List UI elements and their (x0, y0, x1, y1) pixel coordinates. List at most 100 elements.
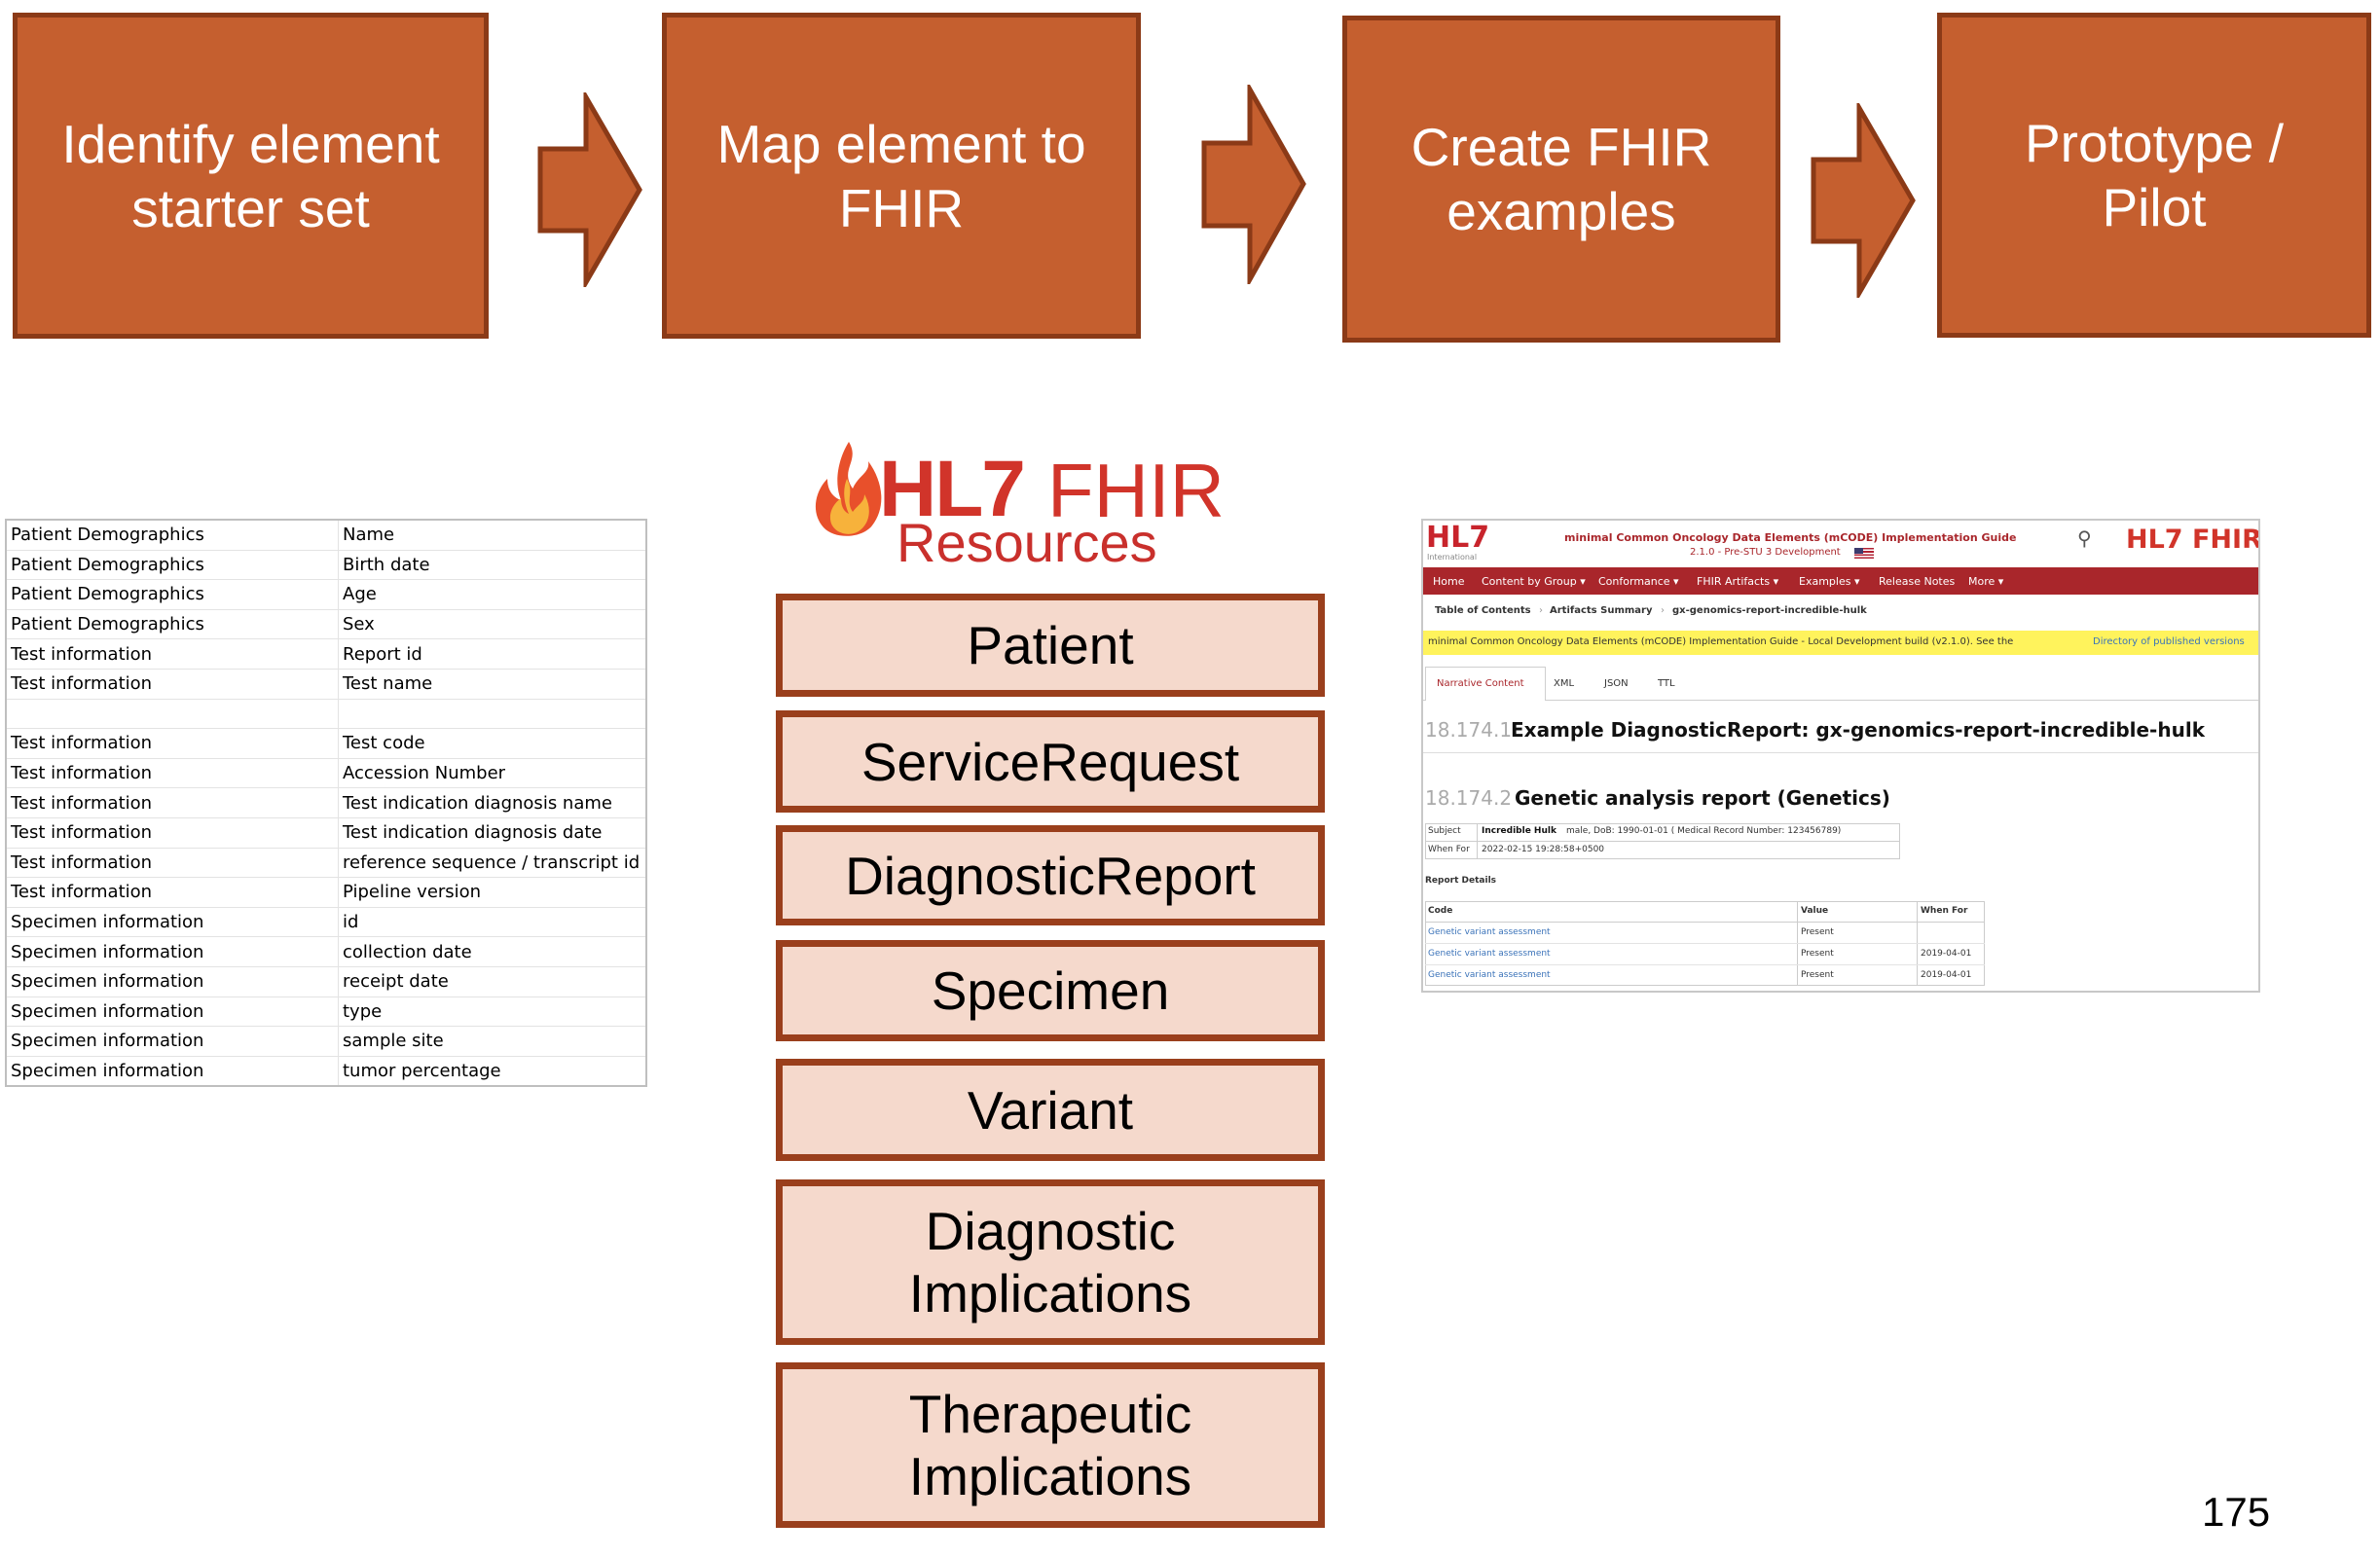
table-row: Test information Test name (6, 669, 647, 700)
step-label: Create FHIR examples (1410, 117, 1712, 241)
table-cell-category: Test information (6, 848, 339, 879)
tab-ttl[interactable]: TTL (1658, 678, 1675, 689)
results-row-when-for: 2019-04-01 (1921, 970, 1972, 980)
table-cell-element: Test indication diagnosis date (338, 817, 647, 849)
subject-label: Subject (1428, 826, 1461, 836)
table-cell-category: Specimen information (6, 966, 339, 997)
nav-conformance[interactable]: Conformance ▾ (1598, 575, 1679, 588)
table-cell-category: Patient Demographics (6, 550, 339, 581)
ig-logo-right: HL7 FHIR (2126, 525, 2260, 555)
table-cell-category: Specimen information (6, 1056, 339, 1087)
table-row: Patient Demographics Birth date (6, 550, 647, 581)
breadcrumb-current: gx-genomics-report-incredible-hulk (1672, 605, 1867, 616)
table-cell-category: Test information (6, 638, 339, 670)
flow-arrow-icon (1811, 103, 1916, 298)
resource-diagnostic-implications: Diagnostic Implications (776, 1179, 1325, 1345)
flow-arrow-icon (537, 92, 642, 287)
table-row: Specimen information id (6, 907, 647, 938)
heading2-text: Genetic analysis report (Genetics) (1515, 786, 1890, 810)
ig-title: minimal Common Oncology Data Elements (m… (1564, 531, 2017, 544)
results-row-value: Present (1801, 927, 1834, 937)
resources-logo-text: Resources (897, 512, 1157, 573)
resource-therapeutic-implications: Therapeutic Implications (776, 1362, 1325, 1528)
nav-home[interactable]: Home (1433, 575, 1464, 588)
subject-name: Incredible Hulk (1482, 826, 1556, 836)
resource-servicerequest: ServiceRequest (776, 710, 1325, 813)
heading1-number: 18.174.1 (1425, 718, 1513, 742)
resource-variant: Variant (776, 1059, 1325, 1161)
flow-arrow-icon (1201, 85, 1306, 284)
table-cell-element: Report id (338, 638, 647, 670)
ig-notice-link[interactable]: Directory of published versions (2093, 636, 2245, 647)
table-row: Test information Test code (6, 728, 647, 759)
nav-fhir-artifacts[interactable]: FHIR Artifacts ▾ (1697, 575, 1778, 588)
resource-specimen: Specimen (776, 940, 1325, 1041)
table-cell-element: Test name (338, 669, 647, 700)
table-cell-category: Test information (6, 817, 339, 849)
table-row: Test information Test indication diagnosi… (6, 817, 647, 849)
results-row-code[interactable]: Genetic variant assessment (1428, 927, 1551, 937)
breadcrumb-sep: › (1661, 605, 1665, 616)
us-flag-canton (1854, 548, 1863, 554)
table-row (6, 699, 647, 730)
table-cell-category (6, 699, 339, 730)
table-cell-element: Test indication diagnosis name (338, 787, 647, 818)
breadcrumb-artifacts[interactable]: Artifacts Summary (1550, 605, 1652, 616)
subject-details: male, DoB: 1990-01-01 ( Medical Record N… (1566, 826, 1842, 836)
tab-json[interactable]: JSON (1604, 678, 1629, 689)
results-row-value: Present (1801, 970, 1834, 980)
breadcrumb-sep: › (1539, 605, 1543, 616)
table-cell-element: Test code (338, 728, 647, 759)
tab-narrative-content[interactable]: Narrative Content (1437, 678, 1524, 689)
results-row-divider (1425, 964, 1985, 965)
whenfor-value: 2022-02-15 19:28:58+0500 (1482, 845, 1605, 854)
resource-label: Specimen (931, 960, 1170, 1021)
table-cell-category: Specimen information (6, 996, 339, 1028)
step-label: Identify element starter set (61, 113, 440, 238)
tab-xml[interactable]: XML (1554, 678, 1574, 689)
table-row: Test information Accession Number (6, 758, 647, 789)
search-icon[interactable]: ⚲ (2077, 526, 2092, 550)
nav-more[interactable]: More ▾ (1968, 575, 2003, 588)
table-row: Specimen information type (6, 996, 647, 1028)
resource-label: Patient (967, 615, 1134, 675)
ig-version: 2.1.0 - Pre-STU 3 Development (1690, 547, 1841, 558)
resource-label: DiagnosticReport (845, 845, 1256, 906)
step-map-element-to-fhir: Map element to FHIR (662, 13, 1141, 339)
nav-examples[interactable]: Examples ▾ (1799, 575, 1859, 588)
table-row: Patient Demographics Name (6, 520, 647, 551)
table-cell-element (338, 699, 647, 730)
ig-page-screenshot: HL7 International minimal Common Oncolog… (1421, 519, 2260, 993)
table-cell-element: sample site (338, 1026, 647, 1057)
step-create-fhir-examples: Create FHIR examples (1342, 16, 1780, 343)
table-cell-element: reference sequence / transcript id (338, 848, 647, 879)
table-row: Specimen information receipt date (6, 966, 647, 997)
table-row: Test information Report id (6, 638, 647, 670)
table-row: Patient Demographics Sex (6, 609, 647, 640)
resource-diagnosticreport: DiagnosticReport (776, 825, 1325, 925)
resource-label: ServiceRequest (860, 731, 1240, 792)
table-row: Test information Pipeline version (6, 877, 647, 908)
nav-content-by-group[interactable]: Content by Group ▾ (1482, 575, 1586, 588)
table-cell-element: Pipeline version (338, 877, 647, 908)
ig-notice-text: minimal Common Oncology Data Elements (m… (1428, 636, 2014, 647)
nav-release-notes[interactable]: Release Notes (1879, 575, 1955, 588)
resource-label: Variant (967, 1079, 1134, 1141)
ig-brand: HL7 (1426, 521, 1490, 555)
table-cell-element: id (338, 907, 647, 938)
results-row-divider (1425, 943, 1985, 944)
table-cell-element: type (338, 996, 647, 1028)
results-row-when-for: 2019-04-01 (1921, 949, 1972, 959)
step-prototype-pilot: Prototype / Pilot (1937, 13, 2371, 338)
table-cell-category: Test information (6, 787, 339, 818)
step-label: Map element to FHIR (716, 113, 1086, 238)
resource-label: Therapeutic Implications (908, 1384, 1192, 1506)
page-number: 175 (2202, 1489, 2271, 1535)
results-row-code[interactable]: Genetic variant assessment (1428, 949, 1551, 959)
report-details-label: Report Details (1425, 876, 1497, 886)
results-row-code[interactable]: Genetic variant assessment (1428, 970, 1551, 980)
table-row: Specimen information sample site (6, 1026, 647, 1057)
heading2-number: 18.174.2 (1425, 786, 1513, 810)
table-row: Test information Test indication diagnosi… (6, 787, 647, 818)
breadcrumb-toc[interactable]: Table of Contents (1435, 605, 1531, 616)
